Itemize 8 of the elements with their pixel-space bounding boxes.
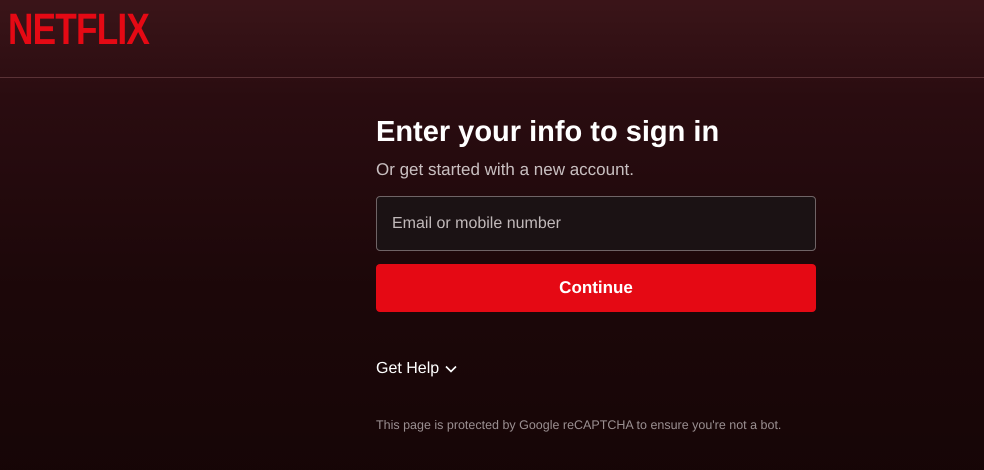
recaptcha-notice: This page is protected by Google reCAPTCHA to ensure you're not a bot. [376,418,782,432]
subtitle: Or get started with a new account. [376,159,634,181]
chevron-down-icon [445,365,458,373]
get-help-button[interactable]: Get Help [376,360,458,378]
continue-button[interactable]: Continue [376,264,816,312]
page-title: Enter your info to sign in [376,115,720,150]
logo: NETFLIX [8,8,150,52]
email-field[interactable]: Email or mobile number [376,196,816,251]
